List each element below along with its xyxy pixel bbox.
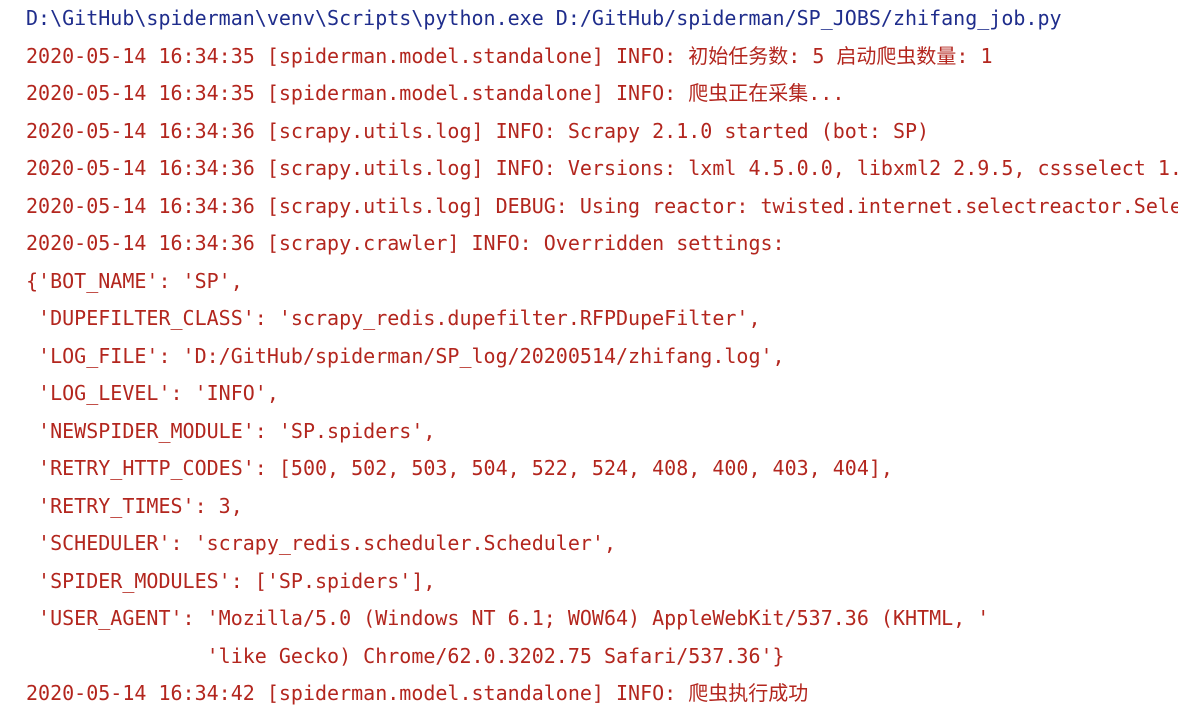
log-line: 'SCHEDULER': 'scrapy_redis.scheduler.Sch… (26, 531, 617, 555)
log-line: 'RETRY_HTTP_CODES': [500, 502, 503, 504,… (26, 456, 893, 480)
log-line: 'like Gecko) Chrome/62.0.3202.75 Safari/… (26, 643, 785, 668)
log-line: 2020-05-14 16:34:36 [scrapy.utils.log] I… (26, 118, 930, 143)
log-line: 'NEWSPIDER_MODULE': 'SP.spiders', (26, 418, 436, 443)
log-line: 2020-05-14 16:34:36 [scrapy.utils.log] I… (26, 156, 1178, 180)
log-line: 2020-05-14 16:34:35 [spiderman.model.sta… (26, 81, 845, 105)
console-output: D:\GitHub\spiderman\venv\Scripts\python.… (0, 0, 1178, 712)
command-line: D:\GitHub\spiderman\venv\Scripts\python.… (26, 6, 1062, 30)
log-line: 'LOG_LEVEL': 'INFO', (26, 381, 279, 405)
log-line: 'RETRY_TIMES': 3, (26, 493, 243, 518)
log-line: {'BOT_NAME': 'SP', (26, 268, 243, 293)
log-line: 'DUPEFILTER_CLASS': 'scrapy_redis.dupefi… (26, 306, 761, 330)
log-line: 2020-05-14 16:34:42 [spiderman.model.sta… (26, 681, 809, 705)
log-line: 2020-05-14 16:34:36 [scrapy.crawler] INF… (26, 231, 785, 255)
log-line: 'LOG_FILE': 'D:/GitHub/spiderman/SP_log/… (26, 343, 785, 368)
log-line: 2020-05-14 16:34:36 [scrapy.utils.log] D… (26, 193, 1178, 218)
log-line: 'SPIDER_MODULES': ['SP.spiders'], (26, 568, 436, 593)
log-line: 'USER_AGENT': 'Mozilla/5.0 (Windows NT 6… (26, 606, 990, 630)
log-line: 2020-05-14 16:34:35 [spiderman.model.sta… (26, 43, 993, 68)
